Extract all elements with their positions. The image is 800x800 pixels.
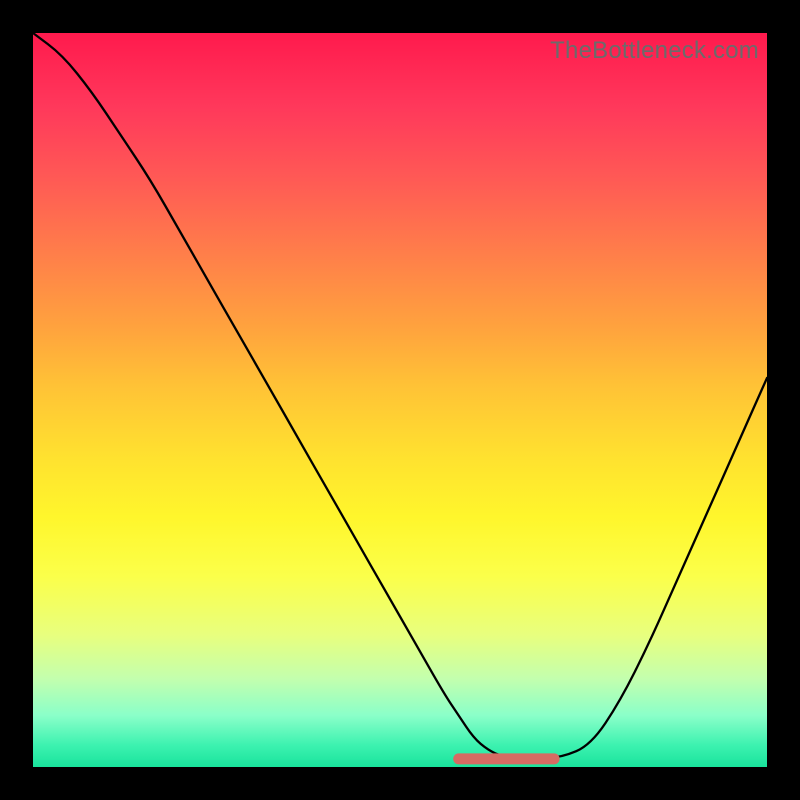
bottleneck-curve xyxy=(33,33,767,767)
chart-frame: TheBottleneck.com xyxy=(0,0,800,800)
curve-line xyxy=(33,33,767,759)
plot-area: TheBottleneck.com xyxy=(33,33,767,767)
